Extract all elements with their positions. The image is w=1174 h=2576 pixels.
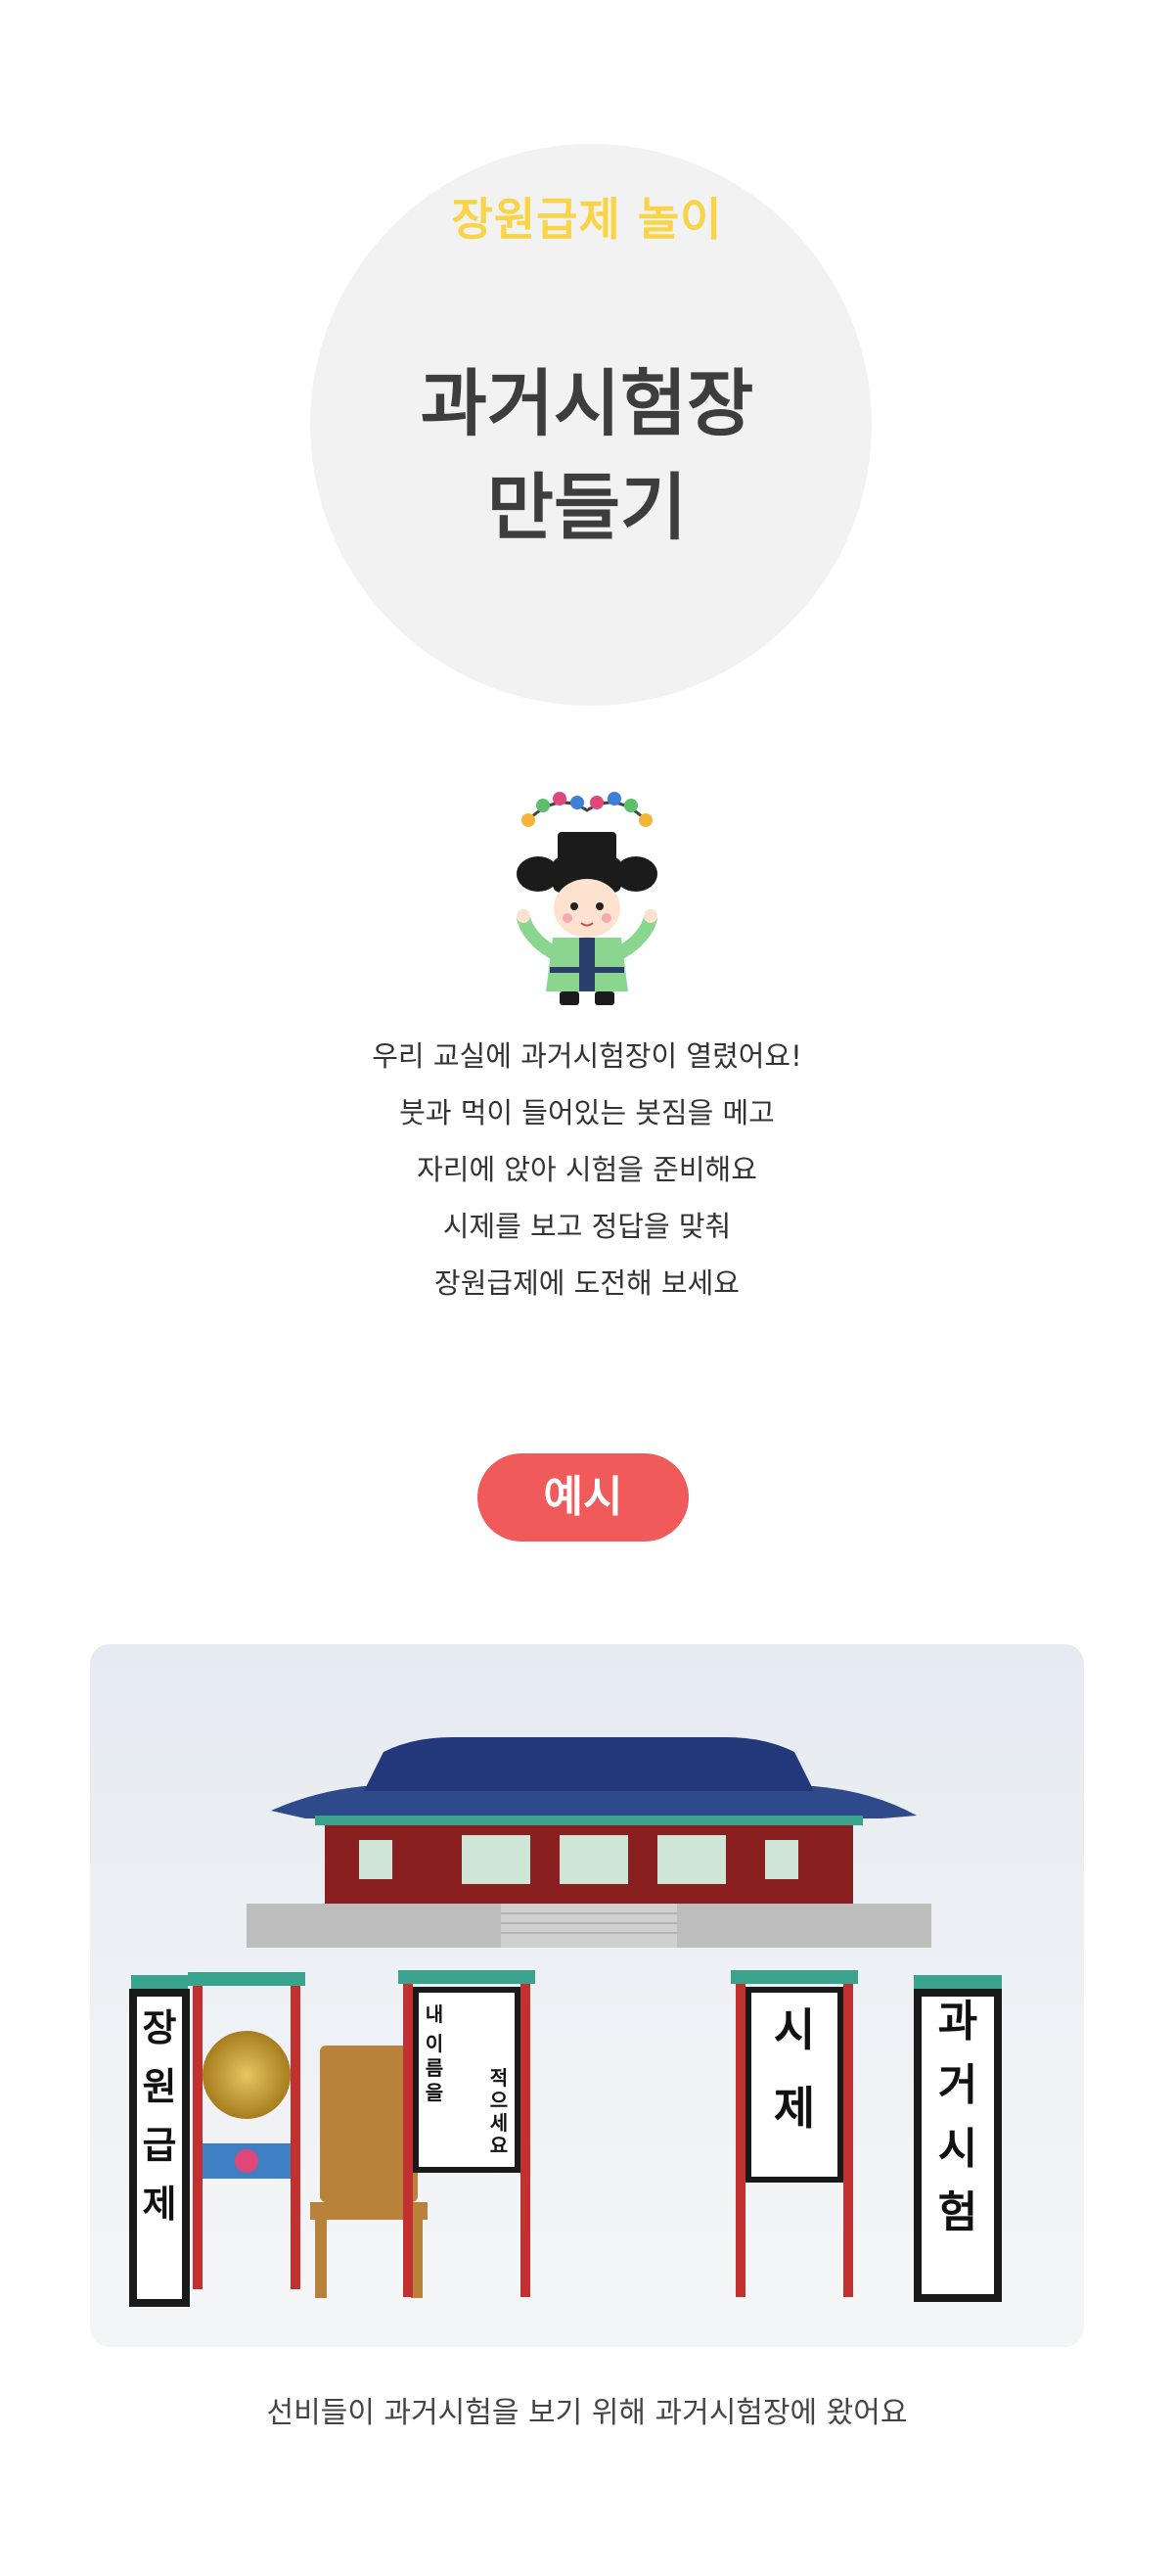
intro-line: 우리 교실에 과거시험장이 열렸어요! <box>372 1039 802 1073</box>
scholar-mascot-icon <box>517 792 657 1005</box>
board-char: 세 <box>490 2111 508 2135</box>
hero-title: 과거시험장 만들기 <box>0 352 1174 560</box>
board-char: 내 <box>426 2002 443 2026</box>
intro-line: 시제를 보고 정답을 맞춰 <box>442 1210 732 1243</box>
banner-right-char: 거 <box>938 2060 977 2110</box>
hero-title-line1: 과거시험장 <box>420 362 754 446</box>
intro-line: 자리에 앉아 시험을 준비해요 <box>417 1153 757 1186</box>
board-char: 름 <box>426 2056 443 2080</box>
banner-right: 과 거 시 험 <box>914 1975 1002 2302</box>
banner-right-char: 시 <box>938 2124 977 2174</box>
photo-caption: 선비들이 과거시험을 보기 위해 과거시험장에 왔어요 <box>266 2396 908 2430</box>
example-badge: 예시 <box>477 1453 689 1541</box>
banner-left-char: 제 <box>143 2182 177 2226</box>
board-char: 요 <box>490 2134 508 2157</box>
intro-line: 붓과 먹이 들어있는 봇짐을 메고 <box>399 1096 775 1129</box>
banner-left-char: 원 <box>143 2064 177 2108</box>
hero-subtitle: 장원급제 놀이 <box>451 193 723 246</box>
example-photo: 장 원 급 제 내 이 름 을 적 으 세 요 시 제 과 거 시 험 <box>90 1644 1084 2347</box>
topic-char: 시 <box>774 2003 815 2056</box>
banner-left-char: 장 <box>143 2005 177 2049</box>
banner-right-char: 험 <box>938 2187 977 2237</box>
board-char: 적 <box>490 2066 508 2090</box>
topic-char: 제 <box>774 2082 815 2135</box>
intro-line: 장원급제에 도전해 보세요 <box>434 1266 740 1300</box>
exam-hall-illustration: 장 원 급 제 내 이 름 을 적 으 세 요 시 제 과 거 시 험 <box>90 1644 1084 2347</box>
banner-left-char: 급 <box>143 2123 177 2167</box>
hero-title-line2: 만들기 <box>486 466 688 550</box>
board-char: 을 <box>426 2081 443 2104</box>
banner-left: 장 원 급 제 <box>129 1975 190 2307</box>
board-char: 으 <box>490 2089 508 2112</box>
banner-right-char: 과 <box>938 1997 977 2047</box>
intro-text: 우리 교실에 과거시험장이 열렸어요! 붓과 먹이 들어있는 봇짐을 메고 자리… <box>0 1028 1174 1311</box>
board-char: 이 <box>426 2032 443 2055</box>
